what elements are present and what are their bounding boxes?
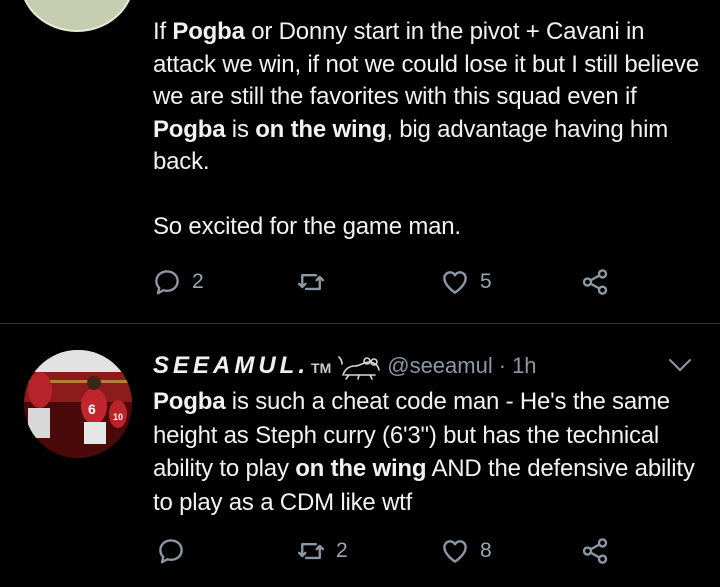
separator: · <box>498 353 507 378</box>
tweet-actions: 2 8 <box>152 536 632 572</box>
timestamp[interactable]: 1h <box>512 353 536 379</box>
tweet-paragraph: If Pogba or Donny start in the pivot + C… <box>153 16 713 179</box>
highlighted-term: Pogba <box>153 388 226 415</box>
share-button[interactable] <box>580 267 610 297</box>
highlighted-term: on the wing <box>255 115 387 143</box>
reply-icon <box>159 539 183 564</box>
divider <box>0 323 720 324</box>
reply-icon <box>155 270 179 295</box>
reply-button[interactable] <box>156 536 196 566</box>
text-segment: If <box>153 18 173 45</box>
avatar-image: 6 10 <box>24 350 132 458</box>
like-count: 8 <box>480 539 492 562</box>
reply-count: 2 <box>192 270 204 293</box>
user-handle[interactable]: @seeamul <box>387 353 493 379</box>
retweet-count: 2 <box>336 539 348 562</box>
tweet-paragraph: Pogba is such a cheat code man - He's th… <box>153 385 713 519</box>
tweet-header: SEEAMUL. TM @seeamul · 1h <box>153 351 537 381</box>
tweet-text: Pogba is such a cheat code man - He's th… <box>153 385 713 519</box>
tweet-actions: 2 5 <box>152 267 632 303</box>
like-button[interactable]: 8 <box>440 536 492 566</box>
share-button[interactable] <box>580 536 610 566</box>
like-count: 5 <box>480 270 492 293</box>
avatar[interactable]: 6 10 <box>24 350 132 458</box>
retweet-button[interactable] <box>296 267 336 297</box>
reply-button[interactable]: 2 <box>152 267 204 297</box>
share-icon <box>582 538 608 564</box>
heart-icon <box>443 540 467 563</box>
tweet-text: If Pogba or Donny start in the pivot + C… <box>153 16 713 243</box>
tm-mark: TM <box>311 360 332 376</box>
svg-text:6: 6 <box>88 401 96 417</box>
retweet-icon <box>297 273 325 291</box>
heart-icon <box>443 271 467 294</box>
retweet-icon <box>297 542 325 560</box>
retweet-button[interactable]: 2 <box>296 536 348 566</box>
highlighted-term: on the wing <box>295 455 427 482</box>
highlighted-term: Pogba <box>172 18 245 45</box>
svg-text:10: 10 <box>113 412 123 422</box>
avatar[interactable] <box>20 0 134 32</box>
share-icon <box>582 269 608 295</box>
highlighted-term: Pogba <box>153 115 226 143</box>
chevron-down-icon[interactable] <box>666 355 694 375</box>
frog-emoji-icon <box>338 356 381 380</box>
display-name[interactable]: SEEAMUL. <box>153 352 309 380</box>
like-button[interactable]: 5 <box>440 267 492 297</box>
tweet-paragraph: So excited for the game man. <box>153 212 461 240</box>
text-segment: is <box>225 115 256 143</box>
